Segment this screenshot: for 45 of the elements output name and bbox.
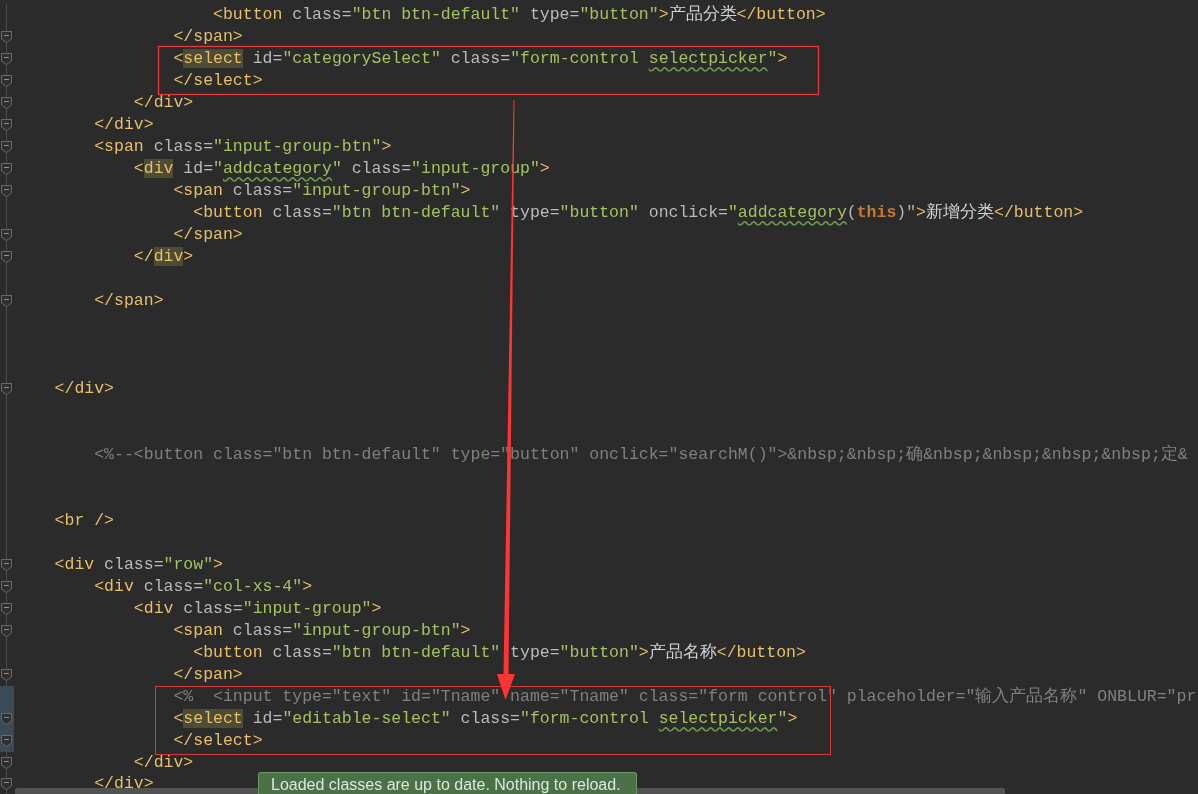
fold-marker-icon[interactable] — [1, 735, 12, 747]
fold-marker-icon[interactable] — [1, 778, 12, 790]
fold-marker-icon[interactable] — [1, 75, 12, 87]
fold-marker-icon[interactable] — [1, 295, 12, 307]
fold-marker-icon[interactable] — [1, 141, 12, 153]
code-line: <span class="input-group-btn"> — [173, 180, 471, 202]
code-line: <div class="col-xs-4"> — [94, 576, 313, 598]
fold-marker-icon[interactable] — [1, 97, 12, 109]
code-line: </span> — [173, 224, 243, 246]
code-line: <button class="btn btn-default" type="button">产品分类</button> — [213, 4, 826, 26]
fold-marker-icon[interactable] — [1, 251, 12, 263]
code-line: </select> — [173, 70, 263, 92]
fold-marker-icon[interactable] — [1, 603, 12, 615]
code-line: </div> — [133, 752, 194, 774]
code-line: <select id="categorySelect" class="form-control selectpicker"> — [173, 48, 788, 70]
fold-marker-icon[interactable] — [1, 185, 12, 197]
code-line: </span> — [173, 664, 243, 686]
code-line: </div> — [133, 92, 194, 114]
code-line: <br /> — [54, 510, 115, 532]
fold-marker-icon[interactable] — [1, 625, 12, 637]
fold-marker-icon[interactable] — [1, 229, 12, 241]
fold-marker-icon[interactable] — [1, 53, 12, 65]
code-line: </div> — [94, 114, 154, 136]
code-line: </div> — [133, 246, 194, 268]
code-line: <span class="input-group-btn"> — [94, 136, 392, 158]
code-line: <select id="editable-select" class="form-control selectpicker"> — [173, 708, 798, 730]
code-line: <button class="btn btn-default" type="button">产品名称</button> — [193, 642, 806, 664]
fold-marker-icon[interactable] — [1, 757, 12, 769]
fold-marker-icon[interactable] — [1, 669, 12, 681]
fold-marker-icon[interactable] — [1, 713, 12, 725]
fold-marker-icon[interactable] — [1, 383, 12, 395]
code-line: </select> — [173, 730, 263, 752]
fold-marker-icon[interactable] — [1, 119, 12, 131]
fold-marker-icon[interactable] — [1, 31, 12, 43]
code-line: <div class="row"> — [54, 554, 223, 576]
code-line: <span class="input-group-btn"> — [173, 620, 471, 642]
fold-marker-icon[interactable] — [1, 581, 12, 593]
code-line: <div class="input-group"> — [133, 598, 382, 620]
fold-marker-icon[interactable] — [1, 163, 12, 175]
code-line: </div> — [54, 378, 115, 400]
notification-toast: Loaded classes are up to date. Nothing to reload. — [258, 772, 637, 794]
code-line: </span> — [173, 26, 243, 48]
code-line: </span> — [94, 290, 164, 312]
fold-marker-icon[interactable] — [1, 559, 12, 571]
code-line: </div> — [94, 774, 154, 794]
